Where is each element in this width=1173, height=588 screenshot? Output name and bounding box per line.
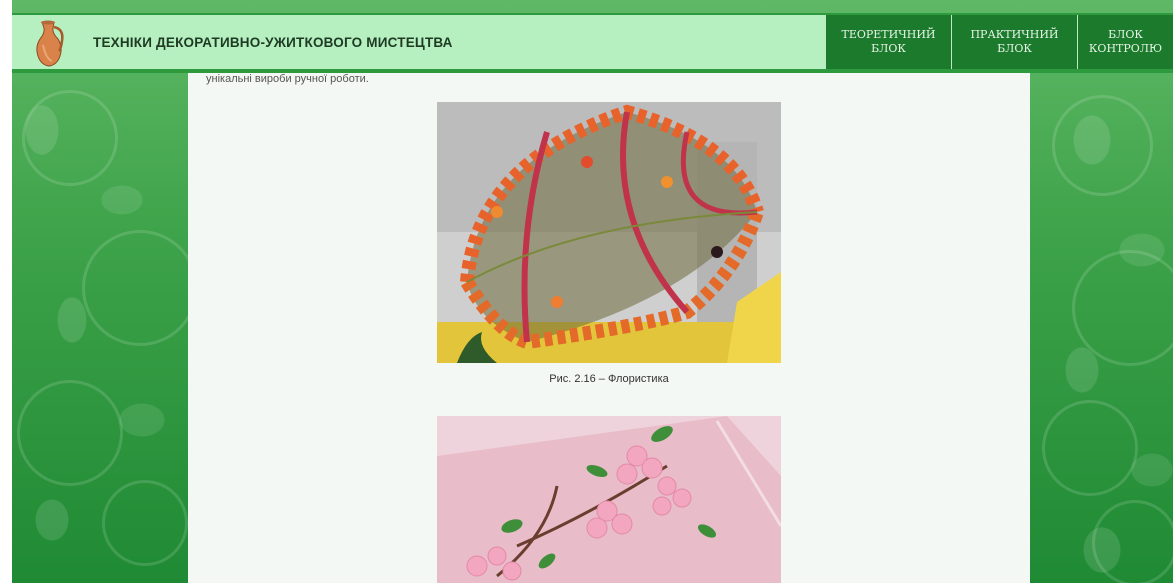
figure-quilling-image — [437, 416, 783, 583]
site-title[interactable]: ТЕХНІКИ ДЕКОРАТИВНО-УЖИТКОВОГО МИСТЕЦТВА — [93, 35, 453, 50]
nav-theoretical-block[interactable]: ТЕОРЕТИЧНИЙ БЛОК — [825, 15, 951, 69]
main-content: унікальні вироби ручної роботи. Рис. 2.1… — [188, 70, 1030, 583]
nav-practical-block[interactable]: ПРАКТИЧНИЙ БЛОК — [951, 15, 1077, 69]
quilling-flowers-photo — [437, 416, 783, 583]
nav-control-block[interactable]: БЛОК КОНТРОЛЮ — [1077, 15, 1173, 69]
floral-umbrella-photo — [437, 102, 781, 363]
figure-caption: Рис. 2.16 – Флористика — [549, 373, 669, 385]
site-header: ТЕХНІКИ ДЕКОРАТИВНО-УЖИТКОВОГО МИСТЕЦТВА… — [12, 13, 1173, 73]
main-nav: ТЕОРЕТИЧНИЙ БЛОК ПРАКТИЧНИЙ БЛОК БЛОК КО… — [825, 15, 1173, 69]
jug-icon[interactable] — [32, 19, 66, 69]
figure-floristry-image — [437, 102, 781, 363]
intro-text: унікальні вироби ручної роботи. — [206, 73, 369, 85]
